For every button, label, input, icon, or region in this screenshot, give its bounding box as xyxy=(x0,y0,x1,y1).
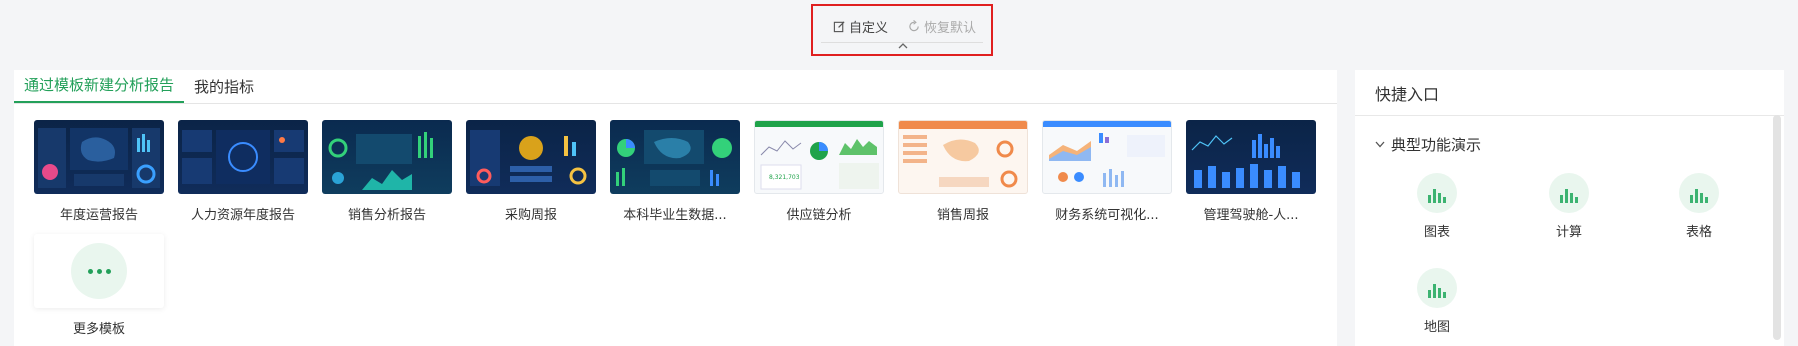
quick-entry-panel: 快捷入口 典型功能演示 图表 计算 表格 地图 xyxy=(1355,70,1784,346)
tab-new-from-template[interactable]: 通过模板新建分析报告 xyxy=(14,74,185,103)
template-thumbnail xyxy=(34,120,164,194)
template-name: 采购周报 xyxy=(504,208,557,223)
quick-item-label: 图表 xyxy=(1423,225,1450,240)
template-name: 销售分析报告 xyxy=(347,208,426,223)
template-card[interactable]: 年度运营报告 xyxy=(34,120,164,223)
bar-chart-icon xyxy=(1549,173,1589,213)
bar-chart-icon xyxy=(1417,173,1457,213)
quick-item-map[interactable]: 地图 xyxy=(1397,268,1477,335)
customize-button[interactable]: 自定义 xyxy=(833,17,888,36)
template-name: 财务系统可视化... xyxy=(1055,208,1159,223)
template-card[interactable]: 财务系统可视化... xyxy=(1042,120,1172,223)
quick-entry-title: 快捷入口 xyxy=(1355,70,1784,116)
refresh-icon xyxy=(909,19,919,31)
bar-chart-icon xyxy=(1417,268,1457,308)
quick-item-table[interactable]: 表格 xyxy=(1659,173,1739,240)
template-panel: 通过模板新建分析报告 我的指标 年度运营报告 人力资源年度报告 销售分析报告 采… xyxy=(14,70,1337,346)
toolbar-highlight-box: 自定义 恢复默认 xyxy=(811,4,993,56)
template-thumbnail xyxy=(898,120,1028,194)
quick-item-label: 计算 xyxy=(1555,225,1582,240)
restore-default-button[interactable]: 恢复默认 xyxy=(908,17,976,36)
template-thumbnail: 8,321,703 xyxy=(754,120,884,194)
tab-bar: 通过模板新建分析报告 我的指标 xyxy=(14,70,1337,104)
template-name: 年度运营报告 xyxy=(59,208,138,223)
template-name: 供应链分析 xyxy=(786,208,852,223)
template-card[interactable]: 本科毕业生数据... xyxy=(610,120,740,223)
template-thumbnail xyxy=(322,120,452,194)
template-name: 本科毕业生数据... xyxy=(623,208,727,223)
template-card[interactable]: 人力资源年度报告 xyxy=(178,120,308,223)
quick-item-chart[interactable]: 图表 xyxy=(1397,173,1477,240)
template-card[interactable]: 管理驾驶舱-人... xyxy=(1186,120,1316,223)
tab-my-metrics[interactable]: 我的指标 xyxy=(184,76,264,103)
template-card[interactable]: 8,321,703 供应链分析 xyxy=(754,120,884,223)
more-icon xyxy=(71,243,127,299)
template-card[interactable]: 销售周报 xyxy=(898,120,1028,223)
customize-label: 自定义 xyxy=(849,20,889,36)
template-name: 销售周报 xyxy=(936,208,989,223)
quick-item-calculate[interactable]: 计算 xyxy=(1529,173,1609,240)
toolbar: 自定义 恢复默认 xyxy=(821,10,983,43)
edit-icon xyxy=(833,20,845,32)
template-thumbnail xyxy=(1186,120,1316,194)
template-name: 管理驾驶舱-人... xyxy=(1203,208,1299,223)
more-templates-card[interactable]: 更多模板 xyxy=(34,234,164,337)
more-templates-button[interactable] xyxy=(34,234,164,308)
template-thumbnail xyxy=(178,120,308,194)
template-name: 人力资源年度报告 xyxy=(190,208,295,223)
template-thumbnail xyxy=(1042,120,1172,194)
template-card[interactable]: 采购周报 xyxy=(466,120,596,223)
quick-item-label: 地图 xyxy=(1423,320,1450,335)
chevron-down-icon xyxy=(1375,141,1385,148)
template-thumbnail xyxy=(610,120,740,194)
template-thumbnail xyxy=(466,120,596,194)
template-card[interactable]: 销售分析报告 xyxy=(322,120,452,223)
more-templates-label: 更多模板 xyxy=(72,322,125,337)
section-label: 典型功能演示 xyxy=(1391,136,1482,154)
section-typical-demos[interactable]: 典型功能演示 xyxy=(1375,134,1481,155)
quick-item-label: 表格 xyxy=(1685,225,1712,240)
chevron-up-icon xyxy=(898,43,908,49)
svg-text:8,321,703: 8,321,703 xyxy=(769,174,800,181)
collapse-toggle[interactable] xyxy=(893,40,913,52)
bar-chart-icon xyxy=(1679,173,1719,213)
quick-entry-scrollbar[interactable] xyxy=(1773,115,1781,340)
restore-label: 恢复默认 xyxy=(924,20,977,36)
